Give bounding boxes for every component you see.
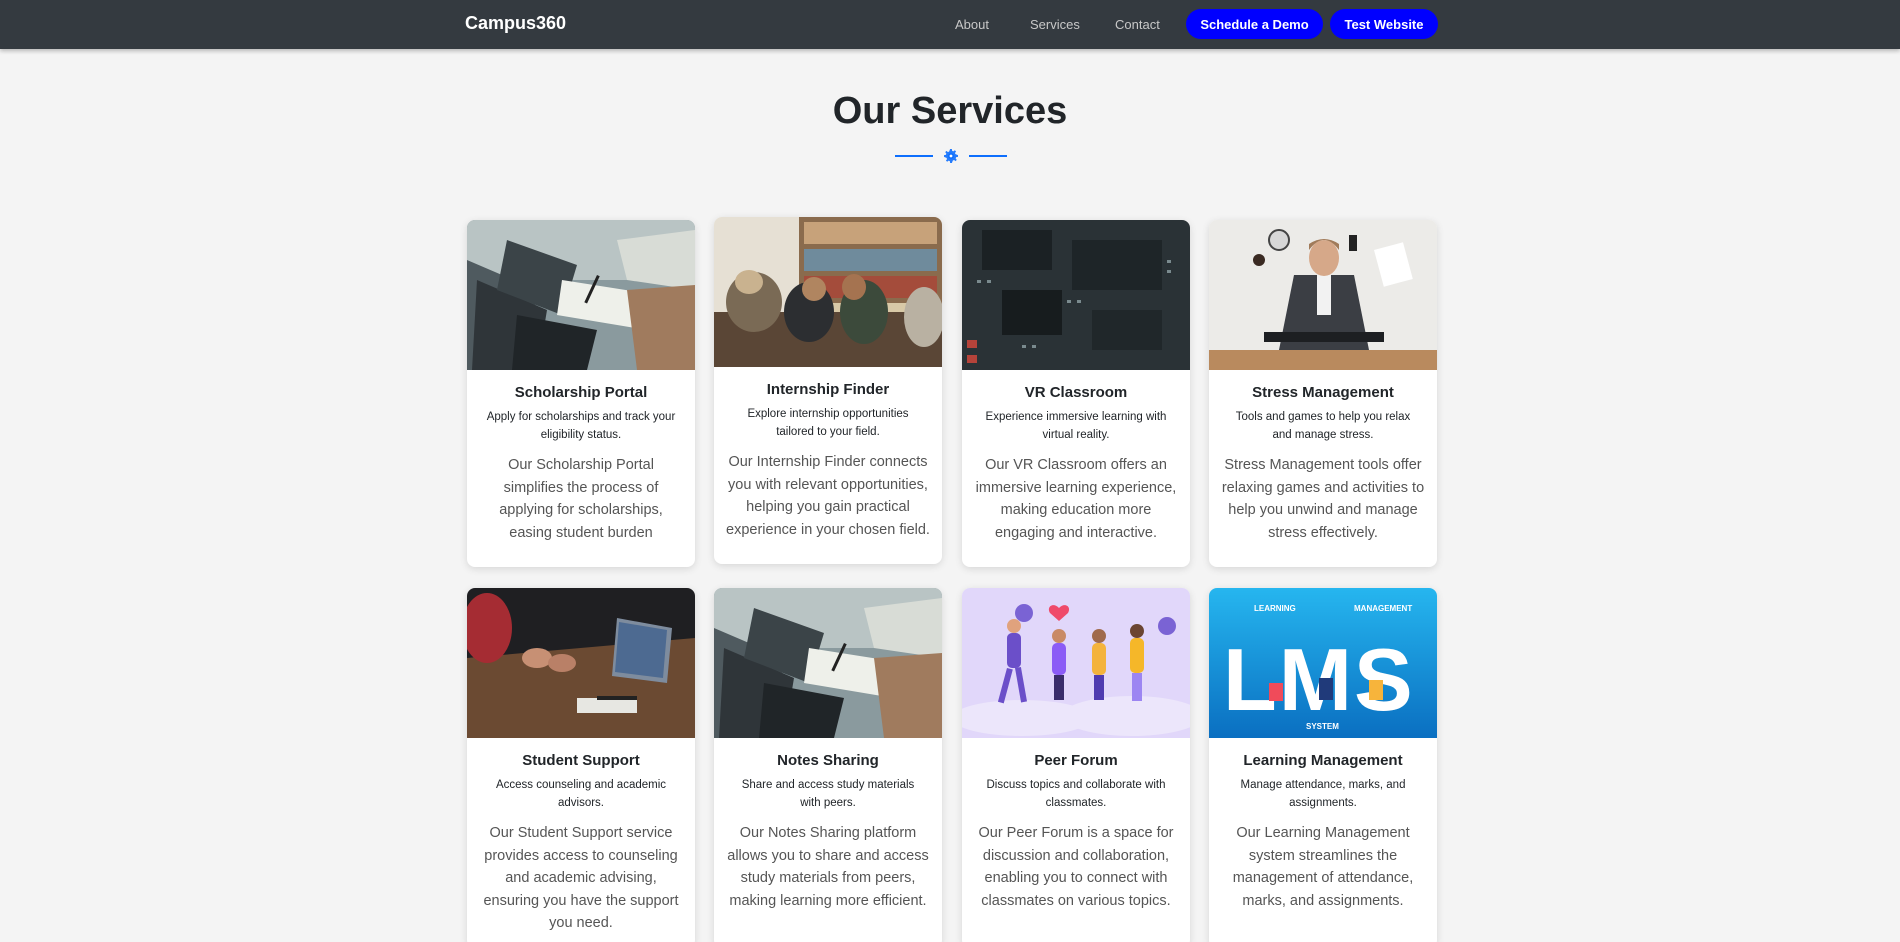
service-card-peer-forum[interactable]: Peer Forum Discuss topics and collaborat…	[962, 588, 1190, 942]
card-subtitle: Experience immersive learning with virtu…	[985, 411, 1167, 441]
svg-text:LEARNING: LEARNING	[1254, 604, 1296, 613]
navbar: Campus360 About Services Contact Schedul…	[0, 0, 1900, 49]
test-website-button[interactable]: Test Website	[1330, 9, 1438, 39]
title-divider	[895, 148, 1007, 164]
card-title: Internship Finder	[766, 381, 890, 398]
team-office-photo	[714, 217, 942, 367]
gear-icon	[944, 149, 958, 163]
nav-link-about[interactable]: About	[955, 17, 989, 32]
card-subtitle: Explore internship opportunities tailore…	[747, 408, 909, 438]
service-card-notes-sharing[interactable]: Notes Sharing Share and access study mat…	[714, 588, 942, 942]
card-title: VR Classroom	[1024, 384, 1128, 401]
laptop-notes-photo	[714, 588, 942, 738]
card-subtitle: Tools and games to help you relax and ma…	[1235, 411, 1411, 441]
card-title: Student Support	[522, 752, 640, 769]
service-card-stress-management[interactable]: Stress Management Tools and games to hel…	[1209, 220, 1437, 567]
card-title: Learning Management	[1243, 752, 1403, 769]
card-description: Our Student Support service provides acc…	[483, 825, 679, 931]
service-card-student-support[interactable]: Student Support Access counseling and ac…	[467, 588, 695, 942]
stressed-person-photo	[1209, 220, 1437, 370]
card-description: Stress Management tools offer relaxing g…	[1221, 457, 1425, 541]
jumping-people-illustration	[962, 588, 1190, 738]
service-card-internship-finder[interactable]: Internship Finder Explore internship opp…	[714, 217, 942, 564]
schedule-demo-button[interactable]: Schedule a Demo	[1186, 9, 1323, 39]
card-title: Stress Management	[1252, 384, 1394, 401]
lms-illustration: LEARNING MANAGEMENT LMS SYSTEM	[1209, 588, 1437, 738]
nav-link-contact[interactable]: Contact	[1115, 17, 1160, 32]
circuit-board-photo	[962, 220, 1190, 370]
card-description: Our Scholarship Portal simplifies the pr…	[499, 457, 663, 541]
card-subtitle: Manage attendance, marks, and assignment…	[1240, 779, 1406, 809]
card-title: Notes Sharing	[777, 752, 879, 769]
brand-logo[interactable]: Campus360	[465, 13, 566, 34]
service-card-vr-classroom[interactable]: VR Classroom Experience immersive learni…	[962, 220, 1190, 567]
card-description: Our Peer Forum is a space for discussion…	[978, 825, 1174, 909]
card-description: Our Internship Finder connects you with …	[726, 454, 930, 538]
divider-line-left	[895, 155, 933, 157]
service-card-learning-management[interactable]: LEARNING MANAGEMENT LMS SYSTEM Learning …	[1209, 588, 1437, 942]
divider-line-right	[969, 155, 1007, 157]
card-subtitle: Access counseling and academic advisors.	[495, 779, 667, 809]
meeting-laptop-photo	[467, 588, 695, 738]
laptop-notes-photo	[467, 220, 695, 370]
card-title: Scholarship Portal	[514, 384, 648, 401]
card-title: Peer Forum	[1034, 752, 1118, 769]
card-subtitle: Apply for scholarships and track your el…	[486, 411, 676, 441]
card-description: Our Notes Sharing platform allows you to…	[727, 825, 929, 909]
svg-text:SYSTEM: SYSTEM	[1306, 722, 1339, 731]
service-card-scholarship-portal[interactable]: Scholarship Portal Apply for scholarship…	[467, 220, 695, 567]
card-subtitle: Share and access study materials with pe…	[741, 779, 915, 809]
nav-link-services[interactable]: Services	[1030, 17, 1080, 32]
section-title: Our Services	[832, 90, 1068, 132]
card-description: Our VR Classroom offers an immersive lea…	[975, 457, 1177, 541]
card-subtitle: Discuss topics and collaborate with clas…	[986, 779, 1166, 809]
svg-text:MANAGEMENT: MANAGEMENT	[1354, 604, 1412, 613]
card-description: Our Learning Management system streamlin…	[1232, 825, 1414, 909]
svg-text:LMS: LMS	[1223, 630, 1415, 729]
